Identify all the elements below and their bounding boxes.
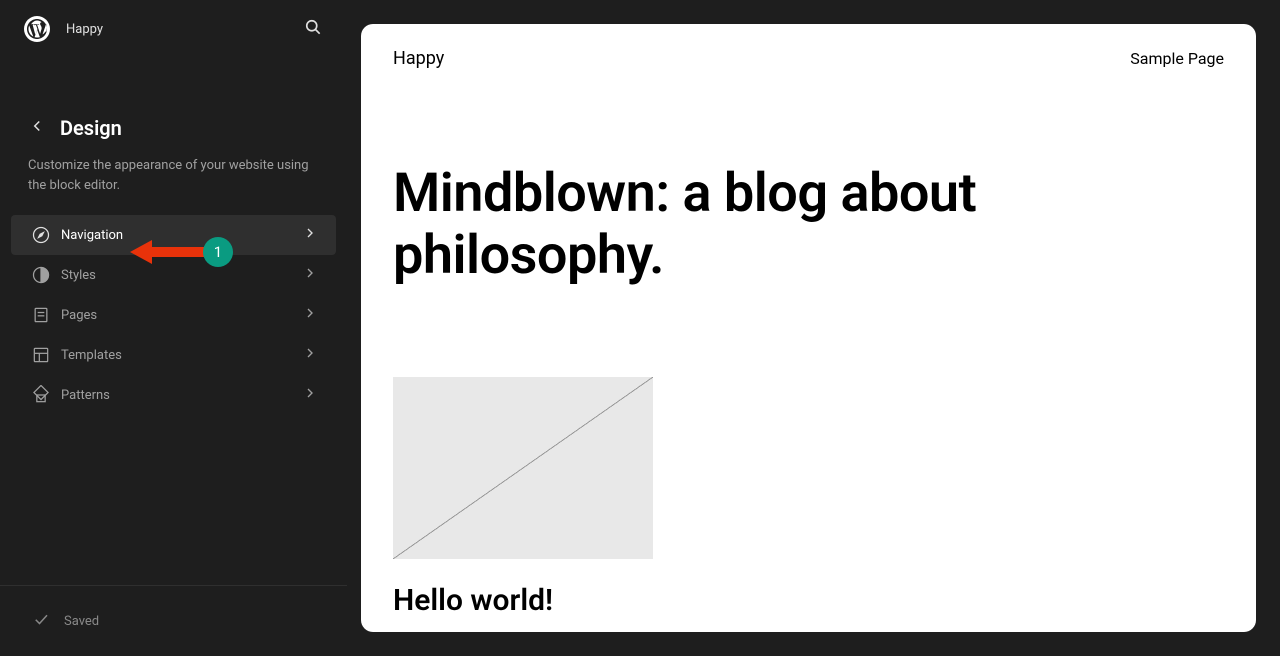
wordpress-logo[interactable] — [24, 16, 50, 42]
saved-status: Saved — [64, 614, 99, 629]
menu-item-templates[interactable]: Templates — [11, 335, 336, 375]
menu-label: Pages — [61, 308, 302, 323]
chevron-right-icon — [302, 385, 318, 405]
compass-icon — [29, 223, 53, 247]
chevron-right-icon — [302, 345, 318, 365]
status-bar: Saved — [0, 585, 347, 656]
chevron-right-icon — [302, 265, 318, 285]
site-name[interactable]: Happy — [66, 22, 103, 37]
section-header: Design — [0, 58, 347, 140]
menu-label: Patterns — [61, 388, 302, 403]
main-preview-area: Happy Sample Page Mindblown: a blog abou… — [347, 0, 1280, 656]
post-image-placeholder — [393, 377, 653, 559]
chevron-right-icon — [302, 225, 318, 245]
pages-icon — [29, 303, 53, 327]
templates-icon — [29, 343, 53, 367]
post-title[interactable]: Hello world! — [393, 583, 629, 618]
preview-nav-link[interactable]: Sample Page — [1130, 49, 1224, 68]
site-header: Happy Sample Page — [361, 24, 1256, 93]
chevron-right-icon — [302, 305, 318, 325]
section-title: Design — [60, 116, 122, 140]
preview-site-title[interactable]: Happy — [393, 48, 444, 69]
menu-label: Styles — [61, 268, 302, 283]
back-icon[interactable] — [28, 117, 46, 139]
search-icon[interactable] — [303, 17, 323, 41]
menu-label: Templates — [61, 348, 302, 363]
menu-item-styles[interactable]: Styles — [11, 255, 336, 295]
sidebar: Happy Design Customize the appearance of… — [0, 0, 347, 656]
menu-item-patterns[interactable]: Patterns — [11, 375, 336, 415]
top-bar: Happy — [0, 0, 347, 58]
menu-item-navigation[interactable]: Navigation — [11, 215, 336, 255]
menu-label: Navigation — [61, 228, 302, 243]
hero-title: Mindblown: a blog about philosophy. — [361, 93, 1256, 307]
preview-frame[interactable]: Happy Sample Page Mindblown: a blog abou… — [361, 24, 1256, 632]
menu-item-pages[interactable]: Pages — [11, 295, 336, 335]
check-icon — [32, 610, 50, 632]
patterns-icon — [29, 383, 53, 407]
menu-list: Navigation Styles Pages — [0, 215, 347, 415]
styles-icon — [29, 263, 53, 287]
post-card: Hello world! Welcome to WordPress. This … — [361, 307, 661, 632]
section-description: Customize the appearance of your website… — [0, 140, 347, 215]
